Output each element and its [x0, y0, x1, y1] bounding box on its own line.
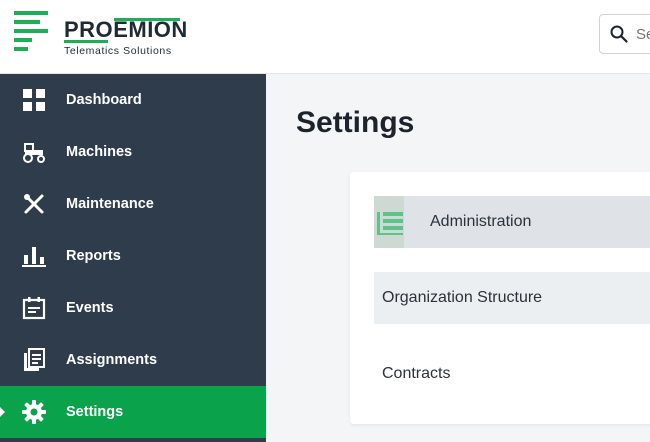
settings-row-label: Organization Structure [382, 289, 543, 306]
sidebar-item-reports[interactable]: Reports [0, 230, 266, 282]
brand-name: PROEMION [64, 17, 188, 43]
page-title: Settings [296, 106, 415, 139]
sidebar: Dashboard Machines Maintenance Reports E… [0, 74, 266, 442]
settings-card: Administration Organization Structure Co… [350, 172, 650, 424]
documents-icon [24, 348, 45, 371]
search-box[interactable] [599, 14, 650, 54]
sidebar-item-label: Reports [66, 248, 121, 264]
search-icon [610, 25, 628, 43]
sidebar-item-label: Settings [66, 404, 124, 420]
sidebar-item-label: Dashboard [66, 92, 142, 108]
top-header: PROEMION Telematics Solutions [0, 0, 650, 74]
sidebar-item-machines[interactable]: Machines [0, 126, 266, 178]
calendar-icon [22, 297, 46, 320]
logo-mark-icon [12, 11, 52, 55]
tools-icon [24, 194, 44, 214]
settings-row-label: Contracts [382, 365, 451, 382]
sidebar-item-dashboard[interactable]: Dashboard [0, 74, 266, 126]
main-content: Settings Administration Organization Str… [266, 74, 650, 442]
org-tree-icon [374, 196, 404, 248]
sidebar-item-label: Assignments [66, 352, 158, 368]
dashboard-icon [23, 89, 45, 111]
settings-row-label: Administration [430, 213, 532, 230]
sidebar-item-label: Events [66, 300, 114, 316]
sidebar-item-events[interactable]: Events [0, 282, 266, 334]
sidebar-item-label: Maintenance [66, 196, 154, 212]
settings-row-administration[interactable]: Administration [374, 196, 650, 248]
brand-tagline: Telematics Solutions [64, 45, 172, 57]
search-input[interactable] [636, 25, 650, 43]
bar-chart-icon [22, 247, 46, 267]
sidebar-item-maintenance[interactable]: Maintenance [0, 178, 266, 230]
settings-row-contracts[interactable]: Contracts [374, 348, 650, 400]
tractor-icon [23, 143, 45, 163]
brand-name-part1: PRO [64, 17, 114, 42]
proemion-logo[interactable]: PROEMION Telematics Solutions [12, 11, 188, 57]
sidebar-item-assignments[interactable]: Assignments [0, 334, 266, 386]
sidebar-item-settings[interactable]: Settings [0, 386, 266, 438]
sidebar-item-label: Machines [66, 144, 133, 160]
settings-row-organization-structure[interactable]: Organization Structure [374, 272, 650, 324]
active-indicator [0, 407, 5, 417]
gear-icon [22, 400, 46, 424]
